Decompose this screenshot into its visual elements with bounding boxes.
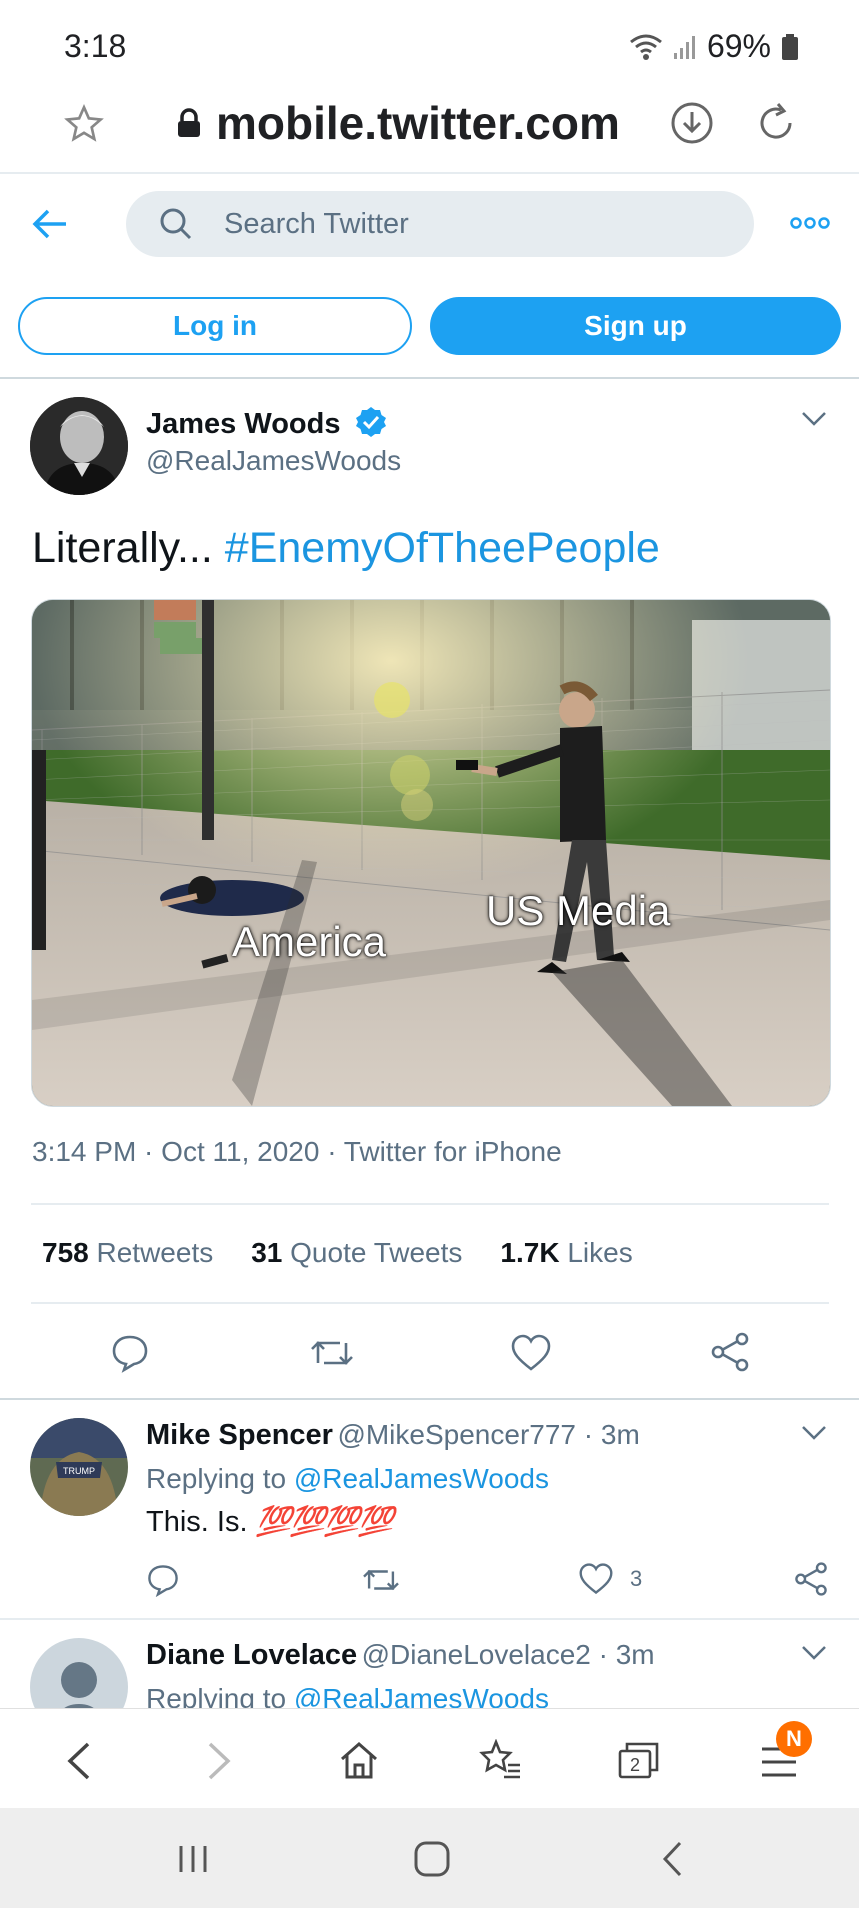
likes-stat[interactable]: 1.7K Likes (500, 1237, 632, 1269)
status-indicators: 69% (629, 28, 799, 65)
reply-divider (0, 1618, 859, 1620)
reply-avatar[interactable]: TRUMP (30, 1418, 128, 1516)
like-button[interactable]: 3 (578, 1562, 642, 1596)
signal-icon (673, 33, 697, 61)
quote-tweets-label: Quote Tweets (290, 1237, 463, 1268)
browser-forward-icon[interactable] (204, 1741, 234, 1781)
replying-to: Replying to @RealJamesWoods (146, 1463, 549, 1495)
retweets-label: Retweets (96, 1237, 214, 1268)
tweet-timestamp[interactable]: 3:14 PM · Oct 11, 2020 · Twitter for iPh… (32, 1136, 562, 1168)
tweet-stats: 758 Retweets 31 Quote Tweets 1.7K Likes (42, 1237, 633, 1269)
search-icon (158, 206, 194, 242)
bookmark-star-icon[interactable] (64, 104, 104, 144)
home-button-icon[interactable] (413, 1840, 451, 1878)
battery-icon (781, 33, 799, 61)
menu-notification-badge: N (776, 1721, 812, 1757)
tabs-icon[interactable]: 2 (617, 1739, 661, 1781)
browser-toolbar: 2 (0, 1708, 859, 1809)
verified-badge-icon (355, 406, 387, 438)
hashtag-link[interactable]: #EnemyOfTheePeople (225, 524, 660, 572)
tweet-text-prefix: Literally... (32, 524, 213, 572)
browser-back-icon[interactable] (64, 1741, 94, 1781)
wifi-icon (629, 33, 663, 61)
like-icon (578, 1562, 614, 1596)
back-arrow-icon[interactable] (30, 205, 70, 243)
retweets-count: 758 (42, 1237, 89, 1268)
search-input[interactable]: Search Twitter (126, 191, 754, 257)
image-label-left: America (232, 918, 387, 965)
status-time: 3:18 (64, 28, 127, 64)
search-placeholder: Search Twitter (224, 208, 409, 240)
reply-header: Diane Lovelace @DianeLovelace2 · 3m (146, 1639, 655, 1672)
replying-prefix: Replying to (146, 1463, 287, 1494)
author-name[interactable]: James Woods (146, 406, 387, 441)
home-icon[interactable] (338, 1739, 380, 1781)
reply-author-name[interactable]: Mike Spencer (146, 1419, 333, 1451)
author-handle[interactable]: @RealJamesWoods (146, 445, 401, 477)
stats-divider (31, 1302, 829, 1304)
meta-divider (31, 1203, 829, 1205)
like-count: 3 (630, 1566, 643, 1591)
lock-icon (176, 108, 202, 138)
reply-text-body: This. Is. (146, 1506, 248, 1538)
system-back-icon[interactable] (660, 1840, 686, 1878)
reply-icon[interactable] (146, 1563, 180, 1597)
battery-percent: 69% (706, 28, 771, 64)
avatar[interactable] (30, 397, 128, 495)
more-options-icon[interactable] (790, 214, 830, 232)
tweet-image[interactable]: America US Media (31, 599, 831, 1107)
likes-count: 1.7K (500, 1237, 560, 1268)
share-icon[interactable] (793, 1561, 829, 1597)
address-bar[interactable]: mobile.twitter.com (176, 96, 620, 150)
header-divider (0, 377, 859, 379)
share-icon[interactable] (709, 1331, 751, 1373)
reply-text: This. Is. 💯💯💯💯 (146, 1505, 394, 1539)
retweet-icon[interactable] (362, 1563, 400, 1597)
reload-icon[interactable] (754, 101, 798, 145)
replying-to-link[interactable]: @RealJamesWoods (294, 1463, 549, 1494)
retweets-stat[interactable]: 758 Retweets (42, 1237, 213, 1269)
recent-apps-icon[interactable] (176, 1842, 210, 1876)
reply-header: Mike Spencer @MikeSpencer777 · 3m (146, 1419, 640, 1452)
signup-button[interactable]: Sign up (430, 297, 841, 355)
likes-label: Likes (567, 1237, 633, 1268)
reply-author-name[interactable]: Diane Lovelace (146, 1639, 357, 1671)
login-button[interactable]: Log in (18, 297, 412, 355)
chevron-down-icon[interactable] (800, 1424, 828, 1442)
image-label-right: US Media (486, 887, 671, 934)
reply-author-handle[interactable]: @DianeLovelace2 · 3m (362, 1639, 655, 1670)
quote-tweets-stat[interactable]: 31 Quote Tweets (251, 1237, 462, 1269)
svg-text:TRUMP: TRUMP (63, 1466, 95, 1476)
chevron-down-icon[interactable] (800, 410, 828, 428)
actions-divider (0, 1398, 859, 1400)
download-icon[interactable] (670, 101, 714, 145)
url-text: mobile.twitter.com (216, 97, 620, 149)
like-icon[interactable] (510, 1333, 552, 1373)
hundred-points-emoji: 💯💯💯💯 (255, 1506, 394, 1538)
reply-author-handle[interactable]: @MikeSpencer777 · 3m (337, 1419, 639, 1450)
chevron-down-icon[interactable] (800, 1644, 828, 1662)
browser-divider (0, 172, 859, 174)
tweet-text: Literally... #EnemyOfTheePeople (32, 524, 660, 573)
quote-tweets-count: 31 (251, 1237, 283, 1268)
retweet-icon[interactable] (310, 1333, 354, 1373)
author-name-text: James Woods (146, 408, 341, 440)
svg-text:2: 2 (630, 1755, 640, 1775)
reply-icon[interactable] (110, 1333, 150, 1373)
bookmarks-icon[interactable] (478, 1739, 522, 1781)
system-navigation-bar (0, 1808, 859, 1908)
